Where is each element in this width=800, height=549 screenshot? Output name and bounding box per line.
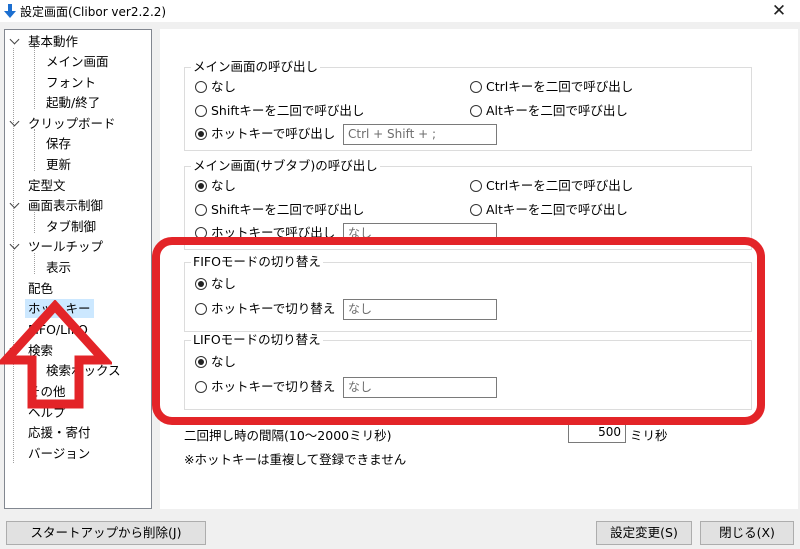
main-call-hotkey-input[interactable]: Ctrl + Shift + ;	[343, 124, 497, 145]
chevron-down-icon[interactable]	[9, 198, 20, 209]
interval-unit: ミリ秒	[630, 428, 668, 443]
settings-panel: メイン画面の呼び出し なし Ctrlキーを二回で呼び出し Shiftキーを二回で…	[160, 29, 798, 509]
tree-item-template[interactable]: 定型文	[25, 176, 69, 195]
radio-selected-icon	[195, 127, 207, 140]
fifo-title: FIFOモードの切り替え	[191, 254, 323, 270]
radio-icon	[195, 203, 207, 216]
radio-selected-icon	[195, 179, 207, 192]
tree-root-line	[13, 48, 14, 463]
fifo-hotkey-option[interactable]: ホットキーで切り替え	[195, 300, 335, 318]
download-arrow-icon	[4, 4, 16, 18]
tree-item-update[interactable]: 更新	[43, 155, 74, 174]
tree-branch-line	[34, 129, 35, 171]
subtab-call-title: メイン画面(サブタブ)の呼び出し	[191, 158, 380, 174]
settings-tree[interactable]: 基本動作 メイン画面 フォント 起動/終了 クリップボード 保存 更新 定型文 …	[4, 29, 152, 509]
lifo-none-option[interactable]: なし	[195, 353, 236, 371]
subtab-call-hotkey-input[interactable]: なし	[343, 223, 497, 244]
radio-icon	[195, 80, 207, 93]
radio-icon	[195, 104, 207, 117]
interval-input[interactable]: 500	[568, 422, 626, 443]
main-call-title: メイン画面の呼び出し	[191, 59, 321, 75]
tree-item-other[interactable]: その他	[25, 382, 69, 401]
tree-item-fifo-lifo[interactable]: FIFO/LIFO	[25, 320, 91, 339]
tree-item-clipboard[interactable]: クリップボード	[25, 114, 119, 133]
tree-item-basic[interactable]: 基本動作	[25, 32, 81, 51]
fifo-none-option[interactable]: なし	[195, 275, 236, 293]
radio-icon	[195, 380, 207, 393]
tree-item-hotkey[interactable]: ホットキー	[25, 299, 94, 318]
chevron-down-icon[interactable]	[9, 239, 20, 250]
tree-item-tab-control[interactable]: タブ制御	[43, 217, 99, 236]
subtab-call-hotkey-option[interactable]: ホットキーで呼び出し	[195, 224, 335, 242]
tree-branch-line	[34, 357, 35, 378]
tree-item-color[interactable]: 配色	[25, 279, 56, 298]
tree-item-search-box[interactable]: 検索ボックス	[43, 361, 124, 380]
tree-item-donate[interactable]: 応援・寄付	[25, 423, 94, 442]
main-call-hotkey-option[interactable]: ホットキーで呼び出し	[195, 125, 335, 143]
tree-branch-line	[34, 212, 35, 233]
tree-item-tooltip[interactable]: ツールチップ	[25, 237, 106, 256]
chevron-down-icon[interactable]	[9, 34, 20, 45]
tree-item-help[interactable]: ヘルプ	[25, 403, 69, 422]
radio-icon	[470, 179, 482, 192]
close-button[interactable]: 閉じる(X)	[700, 521, 794, 545]
tree-item-display[interactable]: 表示	[43, 258, 74, 277]
subtab-call-alt-option[interactable]: Altキーを二回で呼び出し	[470, 201, 628, 219]
tree-item-main-window[interactable]: メイン画面	[43, 52, 112, 71]
lifo-group: LIFOモードの切り替え なし ホットキーで切り替え なし	[184, 332, 752, 410]
main-call-group: メイン画面の呼び出し なし Ctrlキーを二回で呼び出し Shiftキーを二回で…	[184, 59, 752, 151]
main-call-shift-option[interactable]: Shiftキーを二回で呼び出し	[195, 102, 364, 120]
duplicate-note: ※ホットキーは重複して登録できません	[184, 452, 407, 467]
radio-selected-icon	[195, 355, 207, 368]
radio-icon	[470, 203, 482, 216]
lifo-title: LIFOモードの切り替え	[191, 332, 323, 348]
close-icon: ✕	[771, 1, 787, 21]
title-bar: 設定画面(Clibor ver2.2.2) ✕	[0, 0, 800, 22]
remove-startup-button[interactable]: スタートアップから削除(J)	[6, 521, 206, 545]
apply-settings-button[interactable]: 設定変更(S)	[596, 521, 692, 545]
window-close-button[interactable]: ✕	[764, 1, 794, 21]
radio-selected-icon	[195, 277, 207, 290]
interval-label: 二回押し時の間隔(10～2000ミリ秒)	[184, 428, 392, 443]
main-call-alt-option[interactable]: Altキーを二回で呼び出し	[470, 102, 628, 120]
tree-item-font[interactable]: フォント	[43, 73, 99, 92]
radio-icon	[195, 226, 207, 239]
subtab-call-ctrl-option[interactable]: Ctrlキーを二回で呼び出し	[470, 177, 633, 195]
tree-branch-line	[34, 253, 35, 274]
main-call-none-option[interactable]: なし	[195, 78, 236, 96]
lifo-hotkey-input[interactable]: なし	[343, 377, 497, 398]
chevron-down-icon[interactable]	[9, 343, 20, 354]
radio-icon	[470, 80, 482, 93]
radio-icon	[470, 104, 482, 117]
tree-item-save[interactable]: 保存	[43, 134, 74, 153]
subtab-call-group: メイン画面(サブタブ)の呼び出し なし Ctrlキーを二回で呼び出し Shift…	[184, 158, 752, 250]
tree-item-startup-exit[interactable]: 起動/終了	[43, 93, 103, 112]
fifo-group: FIFOモードの切り替え なし ホットキーで切り替え なし	[184, 254, 752, 332]
subtab-call-none-option[interactable]: なし	[195, 177, 236, 195]
radio-icon	[195, 302, 207, 315]
main-call-ctrl-option[interactable]: Ctrlキーを二回で呼び出し	[470, 78, 633, 96]
window-title: 設定画面(Clibor ver2.2.2)	[20, 5, 167, 19]
lifo-hotkey-option[interactable]: ホットキーで切り替え	[195, 378, 335, 396]
chevron-down-icon[interactable]	[9, 116, 20, 127]
tree-item-search[interactable]: 検索	[25, 341, 56, 360]
fifo-hotkey-input[interactable]: なし	[343, 299, 497, 320]
tree-branch-line	[34, 47, 35, 109]
tree-item-version[interactable]: バージョン	[25, 444, 93, 463]
tree-item-display-control[interactable]: 画面表示制御	[25, 196, 106, 215]
subtab-call-shift-option[interactable]: Shiftキーを二回で呼び出し	[195, 201, 364, 219]
